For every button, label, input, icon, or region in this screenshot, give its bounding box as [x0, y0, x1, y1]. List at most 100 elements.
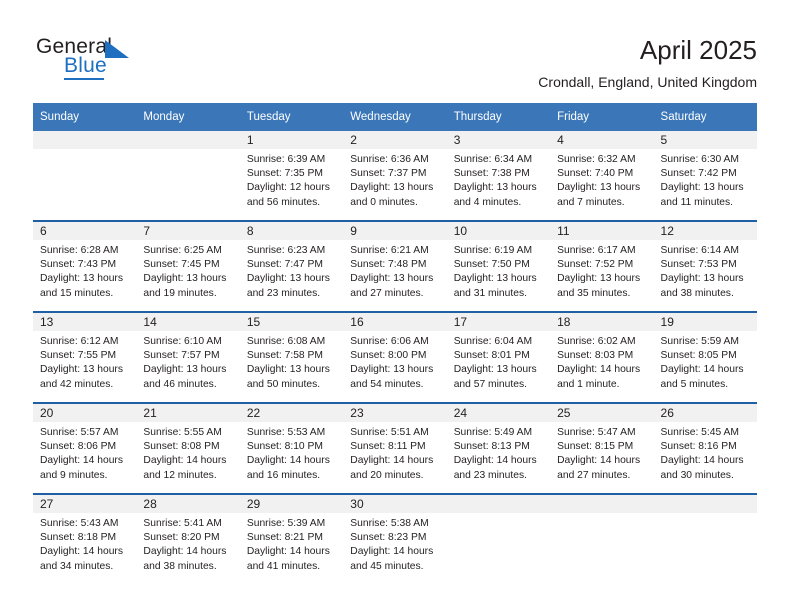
day-info	[654, 513, 757, 517]
sunrise-text: Sunrise: 5:47 AM	[557, 427, 636, 438]
day-cell[interactable]: 20 Sunrise: 5:57 AM Sunset: 8:06 PM Dayl…	[33, 403, 137, 494]
day-info: Sunrise: 6:08 AM Sunset: 7:58 PM Dayligh…	[240, 331, 343, 392]
weekday-header-tuesday: Tuesday	[239, 103, 344, 131]
sunset-text: Sunset: 8:10 PM	[246, 441, 323, 453]
sunrise-text: Sunrise: 5:39 AM	[246, 518, 326, 529]
day-number	[550, 495, 654, 513]
day-cell[interactable]: 10 Sunrise: 6:19 AM Sunset: 7:50 PM Dayl…	[446, 221, 551, 312]
day-number: 2	[343, 131, 447, 149]
daylight-text: Daylight: 13 hours and 35 minutes.	[557, 273, 641, 299]
sunset-text: Sunset: 8:15 PM	[557, 441, 634, 453]
sunset-text: Sunset: 7:43 PM	[40, 259, 117, 271]
day-cell[interactable]: 12 Sunrise: 6:14 AM Sunset: 7:53 PM Dayl…	[653, 221, 757, 312]
general-blue-logo: General Blue	[36, 36, 166, 86]
day-cell[interactable]	[653, 494, 757, 584]
day-cell[interactable]: 17 Sunrise: 6:04 AM Sunset: 8:01 PM Dayl…	[446, 312, 551, 403]
daylight-text: Daylight: 13 hours and 50 minutes.	[246, 364, 330, 390]
day-cell[interactable]: 24 Sunrise: 5:49 AM Sunset: 8:13 PM Dayl…	[446, 403, 551, 494]
day-cell[interactable]: 19 Sunrise: 5:59 AM Sunset: 8:05 PM Dayl…	[653, 312, 757, 403]
day-cell[interactable]	[136, 131, 240, 221]
day-number: 7	[136, 222, 240, 240]
daylight-text: Daylight: 14 hours and 1 minute.	[557, 364, 641, 390]
sunrise-text: Sunrise: 5:59 AM	[660, 336, 739, 347]
day-cell[interactable]: 14 Sunrise: 6:10 AM Sunset: 7:57 PM Dayl…	[136, 312, 240, 403]
day-number: 29	[239, 495, 344, 513]
day-cell[interactable]	[550, 494, 654, 584]
day-info	[447, 513, 550, 517]
day-cell[interactable]	[33, 131, 137, 221]
day-cell[interactable]: 15 Sunrise: 6:08 AM Sunset: 7:58 PM Dayl…	[239, 312, 344, 403]
daylight-text: Daylight: 13 hours and 42 minutes.	[40, 364, 123, 390]
daylight-text: Daylight: 14 hours and 9 minutes.	[40, 455, 123, 481]
day-cell[interactable]: 7 Sunrise: 6:25 AM Sunset: 7:45 PM Dayli…	[136, 221, 240, 312]
day-cell[interactable]: 22 Sunrise: 5:53 AM Sunset: 8:10 PM Dayl…	[239, 403, 344, 494]
day-number: 9	[343, 222, 447, 240]
day-number: 17	[446, 313, 551, 331]
day-cell[interactable]: 16 Sunrise: 6:06 AM Sunset: 8:00 PM Dayl…	[343, 312, 447, 403]
day-number: 16	[343, 313, 447, 331]
day-number: 13	[33, 313, 137, 331]
day-info: Sunrise: 5:59 AM Sunset: 8:05 PM Dayligh…	[654, 331, 757, 392]
sunset-text: Sunset: 8:03 PM	[557, 350, 634, 362]
day-cell[interactable]: 9 Sunrise: 6:21 AM Sunset: 7:48 PM Dayli…	[343, 221, 447, 312]
sunrise-text: Sunrise: 5:49 AM	[453, 427, 533, 438]
day-info: Sunrise: 5:51 AM Sunset: 8:11 PM Dayligh…	[343, 422, 446, 483]
day-number: 28	[136, 495, 240, 513]
sunset-text: Sunset: 8:11 PM	[350, 441, 426, 453]
sunset-text: Sunset: 7:35 PM	[246, 168, 323, 180]
weekday-header-wednesday: Wednesday	[343, 103, 447, 131]
weekday-header-monday: Monday	[136, 103, 240, 131]
sunset-text: Sunset: 7:45 PM	[143, 259, 220, 271]
day-cell[interactable]: 13 Sunrise: 6:12 AM Sunset: 7:55 PM Dayl…	[33, 312, 137, 403]
day-cell[interactable]: 25 Sunrise: 5:47 AM Sunset: 8:15 PM Dayl…	[550, 403, 654, 494]
day-info: Sunrise: 5:38 AM Sunset: 8:23 PM Dayligh…	[343, 513, 446, 574]
sunset-text: Sunset: 8:21 PM	[246, 532, 323, 544]
sunrise-text: Sunrise: 6:28 AM	[40, 245, 119, 256]
sunrise-text: Sunrise: 5:43 AM	[40, 518, 119, 529]
day-cell[interactable]: 27 Sunrise: 5:43 AM Sunset: 8:18 PM Dayl…	[33, 494, 137, 584]
sunset-text: Sunset: 7:38 PM	[453, 168, 530, 180]
sunset-text: Sunset: 7:48 PM	[350, 259, 427, 271]
daylight-text: Daylight: 14 hours and 23 minutes.	[453, 455, 537, 481]
day-cell[interactable]: 2 Sunrise: 6:36 AM Sunset: 7:37 PM Dayli…	[343, 131, 447, 221]
day-cell[interactable]: 21 Sunrise: 5:55 AM Sunset: 8:08 PM Dayl…	[136, 403, 240, 494]
day-cell[interactable]: 23 Sunrise: 5:51 AM Sunset: 8:11 PM Dayl…	[343, 403, 447, 494]
sunrise-text: Sunrise: 6:04 AM	[453, 336, 533, 347]
weekday-header-row: Sunday Monday Tuesday Wednesday Thursday…	[33, 103, 757, 131]
day-cell[interactable]: 18 Sunrise: 6:02 AM Sunset: 8:03 PM Dayl…	[550, 312, 654, 403]
day-cell[interactable]: 6 Sunrise: 6:28 AM Sunset: 7:43 PM Dayli…	[33, 221, 137, 312]
sunrise-text: Sunrise: 6:08 AM	[246, 336, 326, 347]
calendar-page: General Blue April 2025 Crondall, Englan…	[0, 0, 792, 612]
day-cell[interactable]: 1 Sunrise: 6:39 AM Sunset: 7:35 PM Dayli…	[239, 131, 344, 221]
calendar-week-row: 20 Sunrise: 5:57 AM Sunset: 8:06 PM Dayl…	[33, 403, 757, 494]
day-cell[interactable]: 3 Sunrise: 6:34 AM Sunset: 7:38 PM Dayli…	[446, 131, 551, 221]
sunrise-text: Sunrise: 5:51 AM	[350, 427, 429, 438]
day-cell[interactable]: 28 Sunrise: 5:41 AM Sunset: 8:20 PM Dayl…	[136, 494, 240, 584]
day-number: 10	[446, 222, 551, 240]
day-info: Sunrise: 5:47 AM Sunset: 8:15 PM Dayligh…	[550, 422, 653, 483]
day-info: Sunrise: 6:32 AM Sunset: 7:40 PM Dayligh…	[550, 149, 653, 210]
page-title: April 2025	[639, 35, 757, 65]
day-cell[interactable]: 11 Sunrise: 6:17 AM Sunset: 7:52 PM Dayl…	[550, 221, 654, 312]
day-cell[interactable]: 29 Sunrise: 5:39 AM Sunset: 8:21 PM Dayl…	[239, 494, 344, 584]
calendar-week-row: 1 Sunrise: 6:39 AM Sunset: 7:35 PM Dayli…	[33, 131, 757, 221]
day-cell[interactable]: 5 Sunrise: 6:30 AM Sunset: 7:42 PM Dayli…	[653, 131, 757, 221]
daylight-text: Daylight: 14 hours and 12 minutes.	[143, 455, 227, 481]
day-cell[interactable]: 8 Sunrise: 6:23 AM Sunset: 7:47 PM Dayli…	[239, 221, 344, 312]
day-number: 22	[239, 404, 344, 422]
sunrise-text: Sunrise: 5:41 AM	[143, 518, 222, 529]
day-cell[interactable]: 26 Sunrise: 5:45 AM Sunset: 8:16 PM Dayl…	[653, 403, 757, 494]
day-info: Sunrise: 5:39 AM Sunset: 8:21 PM Dayligh…	[240, 513, 343, 574]
calendar-body: 1 Sunrise: 6:39 AM Sunset: 7:35 PM Dayli…	[33, 131, 757, 584]
daylight-text: Daylight: 13 hours and 0 minutes.	[350, 182, 434, 208]
day-cell[interactable]	[446, 494, 551, 584]
day-cell[interactable]: 30 Sunrise: 5:38 AM Sunset: 8:23 PM Dayl…	[343, 494, 447, 584]
sunrise-text: Sunrise: 6:23 AM	[246, 245, 326, 256]
day-cell[interactable]: 4 Sunrise: 6:32 AM Sunset: 7:40 PM Dayli…	[550, 131, 654, 221]
daylight-text: Daylight: 13 hours and 54 minutes.	[350, 364, 434, 390]
sunset-text: Sunset: 8:20 PM	[143, 532, 220, 544]
daylight-text: Daylight: 13 hours and 4 minutes.	[453, 182, 537, 208]
sunrise-sunset-calendar: Sunday Monday Tuesday Wednesday Thursday…	[33, 103, 757, 584]
sunset-text: Sunset: 7:50 PM	[453, 259, 530, 271]
daylight-text: Daylight: 14 hours and 30 minutes.	[660, 455, 744, 481]
